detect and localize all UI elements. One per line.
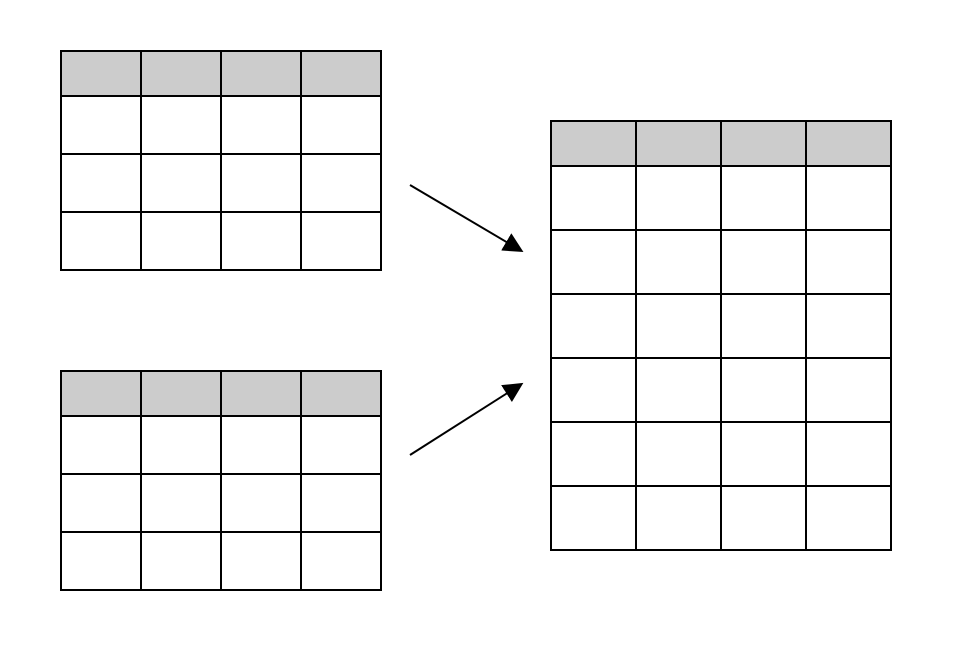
table-cell: [61, 474, 141, 532]
table-cell: [806, 486, 891, 550]
table-cell: [551, 358, 636, 422]
source-table-bottom: [60, 370, 382, 591]
table-cell: [61, 154, 141, 212]
table-row: [61, 474, 381, 532]
table-cell: [636, 294, 721, 358]
table-row: [551, 166, 891, 230]
table-cell: [61, 96, 141, 154]
table-cell: [806, 358, 891, 422]
table-row: [551, 294, 891, 358]
table-cell: [301, 154, 381, 212]
table-cell: [61, 212, 141, 270]
table-cell: [61, 416, 141, 474]
table-cell: [636, 230, 721, 294]
header-cell: [721, 121, 806, 166]
table-cell: [806, 422, 891, 486]
table-cell: [551, 166, 636, 230]
arrow-bottom-icon: [400, 370, 540, 470]
header-cell: [141, 51, 221, 96]
table-cell: [721, 486, 806, 550]
header-cell: [61, 51, 141, 96]
table-row: [551, 230, 891, 294]
table-row: [61, 416, 381, 474]
table-cell: [221, 154, 301, 212]
table-cell: [141, 416, 221, 474]
table-header-row: [61, 371, 381, 416]
table-row: [551, 422, 891, 486]
table-cell: [721, 230, 806, 294]
destination-table: [550, 120, 892, 551]
table-cell: [141, 474, 221, 532]
table-cell: [551, 294, 636, 358]
table-cell: [141, 212, 221, 270]
table-cell: [806, 166, 891, 230]
table-cell: [221, 416, 301, 474]
table-cell: [301, 474, 381, 532]
table-cell: [221, 96, 301, 154]
table-cell: [141, 96, 221, 154]
table-header-row: [551, 121, 891, 166]
table-cell: [721, 294, 806, 358]
table-cell: [551, 486, 636, 550]
table-cell: [636, 166, 721, 230]
table-cell: [221, 532, 301, 590]
header-cell: [141, 371, 221, 416]
table-cell: [806, 294, 891, 358]
source-table-top: [60, 50, 382, 271]
header-cell: [806, 121, 891, 166]
table-cell: [636, 486, 721, 550]
table-cell: [636, 358, 721, 422]
table-cell: [221, 474, 301, 532]
table-cell: [551, 422, 636, 486]
table-cell: [806, 230, 891, 294]
table-cell: [301, 416, 381, 474]
table-cell: [721, 166, 806, 230]
table-cell: [636, 422, 721, 486]
table-row: [551, 486, 891, 550]
header-cell: [636, 121, 721, 166]
arrow-top-icon: [400, 175, 540, 275]
table-row: [61, 212, 381, 270]
table-cell: [141, 154, 221, 212]
header-cell: [301, 371, 381, 416]
table-row: [61, 154, 381, 212]
header-cell: [221, 371, 301, 416]
table-row: [551, 358, 891, 422]
header-cell: [551, 121, 636, 166]
table-cell: [721, 422, 806, 486]
header-cell: [61, 371, 141, 416]
table-cell: [61, 532, 141, 590]
table-cell: [301, 532, 381, 590]
table-row: [61, 532, 381, 590]
table-cell: [141, 532, 221, 590]
table-row: [61, 96, 381, 154]
header-cell: [221, 51, 301, 96]
table-cell: [721, 358, 806, 422]
table-cell: [301, 212, 381, 270]
table-cell: [301, 96, 381, 154]
table-cell: [551, 230, 636, 294]
table-header-row: [61, 51, 381, 96]
table-cell: [221, 212, 301, 270]
header-cell: [301, 51, 381, 96]
